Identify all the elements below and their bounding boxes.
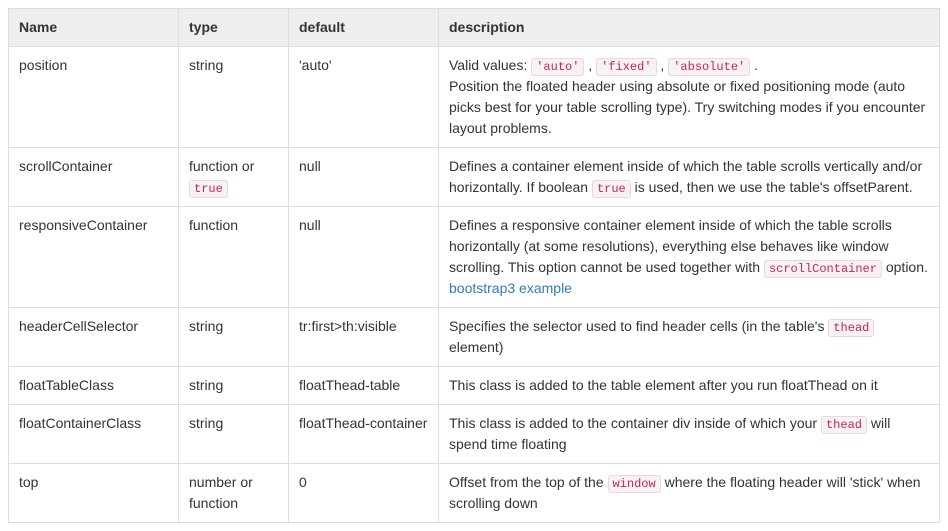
desc-text: . xyxy=(750,57,758,73)
cell-default: 0 xyxy=(289,464,439,523)
cell-default: floatThead-container xyxy=(289,405,439,464)
column-header-description: description xyxy=(439,9,940,47)
cell-name: responsiveContainer xyxy=(9,207,179,308)
cell-default: tr:first>th:visible xyxy=(289,308,439,367)
cell-name: floatContainerClass xyxy=(9,405,179,464)
cell-description: This class is added to the table element… xyxy=(439,367,940,405)
cell-name: headerCellSelector xyxy=(9,308,179,367)
cell-type: number or function xyxy=(179,464,289,523)
desc-text: element) xyxy=(449,339,503,355)
column-header-name: Name xyxy=(9,9,179,47)
desc-text: Specifies the selector used to find head… xyxy=(449,318,828,334)
cell-name: floatTableClass xyxy=(9,367,179,405)
cell-description: Offset from the top of the window where … xyxy=(439,464,940,523)
desc-text: , xyxy=(657,57,669,73)
desc-text: option. xyxy=(882,259,928,275)
table-row: headerCellSelector string tr:first>th:vi… xyxy=(9,308,940,367)
cell-default: 'auto' xyxy=(289,47,439,148)
cell-type: string xyxy=(179,405,289,464)
cell-description: Defines a responsive container element i… xyxy=(439,207,940,308)
code-literal: true xyxy=(592,180,631,198)
desc-text: Offset from the top of the xyxy=(449,474,608,490)
column-header-default: default xyxy=(289,9,439,47)
cell-default: null xyxy=(289,207,439,308)
cell-name: position xyxy=(9,47,179,148)
bootstrap3-example-link[interactable]: bootstrap3 example xyxy=(449,280,572,296)
code-literal: 'absolute' xyxy=(668,58,750,76)
code-literal: window xyxy=(608,475,661,493)
desc-text: Valid values: xyxy=(449,57,531,73)
code-literal: thead xyxy=(828,319,874,337)
cell-description: Valid values: 'auto' , 'fixed' , 'absolu… xyxy=(439,47,940,148)
desc-text: Position the floated header using absolu… xyxy=(449,78,925,136)
code-literal: true xyxy=(189,180,228,198)
cell-type: string xyxy=(179,47,289,148)
table-row: top number or function 0 Offset from the… xyxy=(9,464,940,523)
cell-default: null xyxy=(289,148,439,207)
code-literal: 'fixed' xyxy=(596,58,656,76)
table-header-row: Name type default description xyxy=(9,9,940,47)
table-row: floatContainerClass string floatThead-co… xyxy=(9,405,940,464)
code-literal: thead xyxy=(821,416,867,434)
cell-name: scrollContainer xyxy=(9,148,179,207)
table-row: scrollContainer function or true null De… xyxy=(9,148,940,207)
cell-type: string xyxy=(179,308,289,367)
code-literal: scrollContainer xyxy=(764,260,882,278)
cell-description: This class is added to the container div… xyxy=(439,405,940,464)
desc-text: is used, then we use the table's offsetP… xyxy=(631,179,913,195)
table-row: floatTableClass string floatThead-table … xyxy=(9,367,940,405)
desc-text: , xyxy=(584,57,596,73)
cell-name: top xyxy=(9,464,179,523)
type-text: function or xyxy=(189,158,254,174)
cell-description: Specifies the selector used to find head… xyxy=(439,308,940,367)
table-row: position string 'auto' Valid values: 'au… xyxy=(9,47,940,148)
options-table: Name type default description position s… xyxy=(8,8,940,523)
desc-text: This class is added to the container div… xyxy=(449,415,821,431)
column-header-type: type xyxy=(179,9,289,47)
cell-type: function or true xyxy=(179,148,289,207)
cell-description: Defines a container element inside of wh… xyxy=(439,148,940,207)
cell-default: floatThead-table xyxy=(289,367,439,405)
cell-type: string xyxy=(179,367,289,405)
table-row: responsiveContainer function null Define… xyxy=(9,207,940,308)
cell-type: function xyxy=(179,207,289,308)
code-literal: 'auto' xyxy=(531,58,584,76)
